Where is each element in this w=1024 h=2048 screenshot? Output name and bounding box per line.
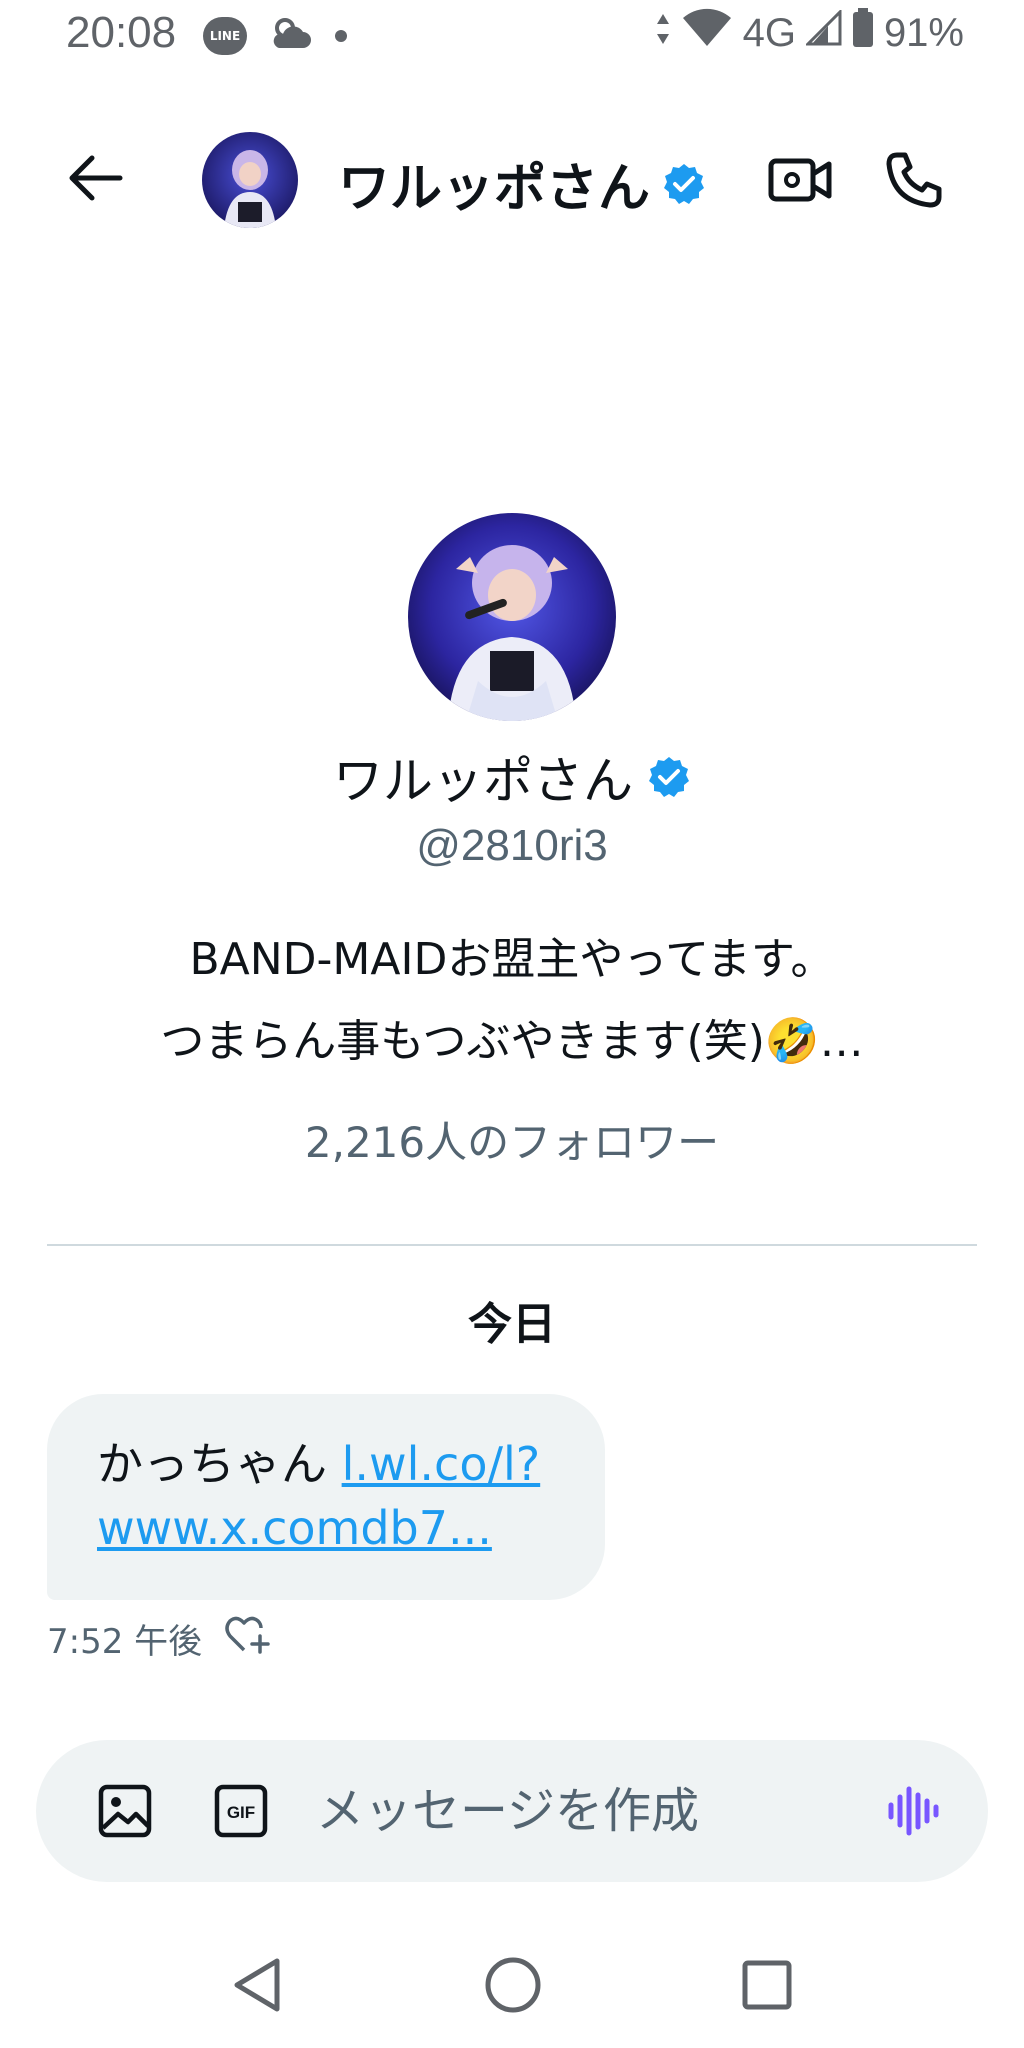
profile-avatar[interactable] — [408, 513, 616, 721]
notification-icons: LINE — [203, 14, 347, 58]
video-call-button[interactable] — [758, 140, 842, 220]
system-status-icons: 4G 91% — [655, 8, 964, 58]
weather-icon — [269, 14, 313, 58]
voice-message-button[interactable] — [880, 1778, 950, 1844]
battery-icon — [852, 8, 874, 58]
header-avatar[interactable] — [202, 132, 298, 228]
profile-name: ワルッポさん — [0, 741, 1024, 813]
nav-back-button[interactable] — [222, 1950, 292, 2020]
back-arrow-icon — [69, 155, 123, 201]
battery-percent: 91% — [883, 10, 964, 55]
message-link-line-2: www.x.comdb7... — [97, 1501, 492, 1555]
signal-icon — [804, 8, 842, 56]
status-bar: 20:08 LINE 4G 91% — [0, 0, 1024, 72]
back-button[interactable] — [60, 142, 132, 214]
nav-home-button[interactable] — [478, 1950, 548, 2020]
network-type: 4G — [742, 10, 796, 55]
gif-label: GIF — [227, 1803, 255, 1822]
bio-line-1: BAND-MAIDお盟主やってます。 — [189, 934, 835, 985]
line-app-icon: LINE — [203, 17, 247, 55]
header-name[interactable]: ワルッポさん — [338, 146, 706, 221]
message-composer: GIF — [36, 1740, 988, 1882]
triangle-back-icon — [234, 1958, 280, 2012]
message-bubble[interactable]: かっちゃん l.wl.co/l? www.x.comdb7... — [47, 1394, 605, 1600]
verified-badge-icon — [649, 757, 689, 797]
phone-icon — [886, 152, 942, 208]
more-notifications-dot — [335, 30, 347, 42]
video-call-icon — [768, 158, 832, 202]
wifi-icon — [681, 8, 733, 58]
data-arrows-icon — [655, 11, 671, 56]
phone-call-button[interactable] — [872, 140, 956, 220]
divider — [47, 1244, 977, 1246]
square-recents-icon — [742, 1960, 792, 2010]
system-nav-bar — [0, 1920, 1024, 2048]
nav-recents-button[interactable] — [732, 1950, 802, 2020]
message-meta: 7:52 午後 — [47, 1614, 270, 1663]
conversation-header: ワルッポさん — [0, 100, 1024, 260]
circle-home-icon — [485, 1957, 541, 2013]
date-separator: 今日 — [468, 1299, 556, 1350]
profile-bio: BAND-MAIDお盟主やってます。 つまらん事もつぶやきます(笑)🤣… — [0, 919, 1024, 1083]
followers-count[interactable]: 2,216人のフォロワー — [0, 1109, 1024, 1170]
voice-waveform-icon — [888, 1786, 939, 1836]
add-gif-button[interactable]: GIF — [210, 1780, 272, 1842]
header-name-text: ワルッポさん — [338, 159, 651, 219]
message-time: 7:52 午後 — [47, 1622, 203, 1662]
image-icon — [98, 1784, 152, 1838]
verified-badge-icon — [664, 163, 705, 204]
bio-line-2: つまらん事もつぶやきます(笑)🤣… — [160, 1016, 864, 1067]
profile-card: ワルッポさん @2810ri3 BAND-MAIDお盟主やってます。 つまらん事… — [0, 513, 1024, 1170]
message-input[interactable] — [316, 1776, 876, 1846]
heart-plus-icon — [225, 1616, 270, 1654]
status-time: 20:08 — [66, 8, 177, 57]
message-link-line-1: l.wl.co/l? — [341, 1437, 541, 1491]
add-reaction-button[interactable] — [224, 1614, 270, 1663]
profile-handle: @2810ri3 — [416, 821, 608, 870]
profile-name-text: ワルッポさん — [333, 752, 633, 810]
gif-icon: GIF — [214, 1784, 268, 1838]
message-text: かっちゃん — [97, 1437, 342, 1491]
add-image-button[interactable] — [94, 1780, 156, 1842]
